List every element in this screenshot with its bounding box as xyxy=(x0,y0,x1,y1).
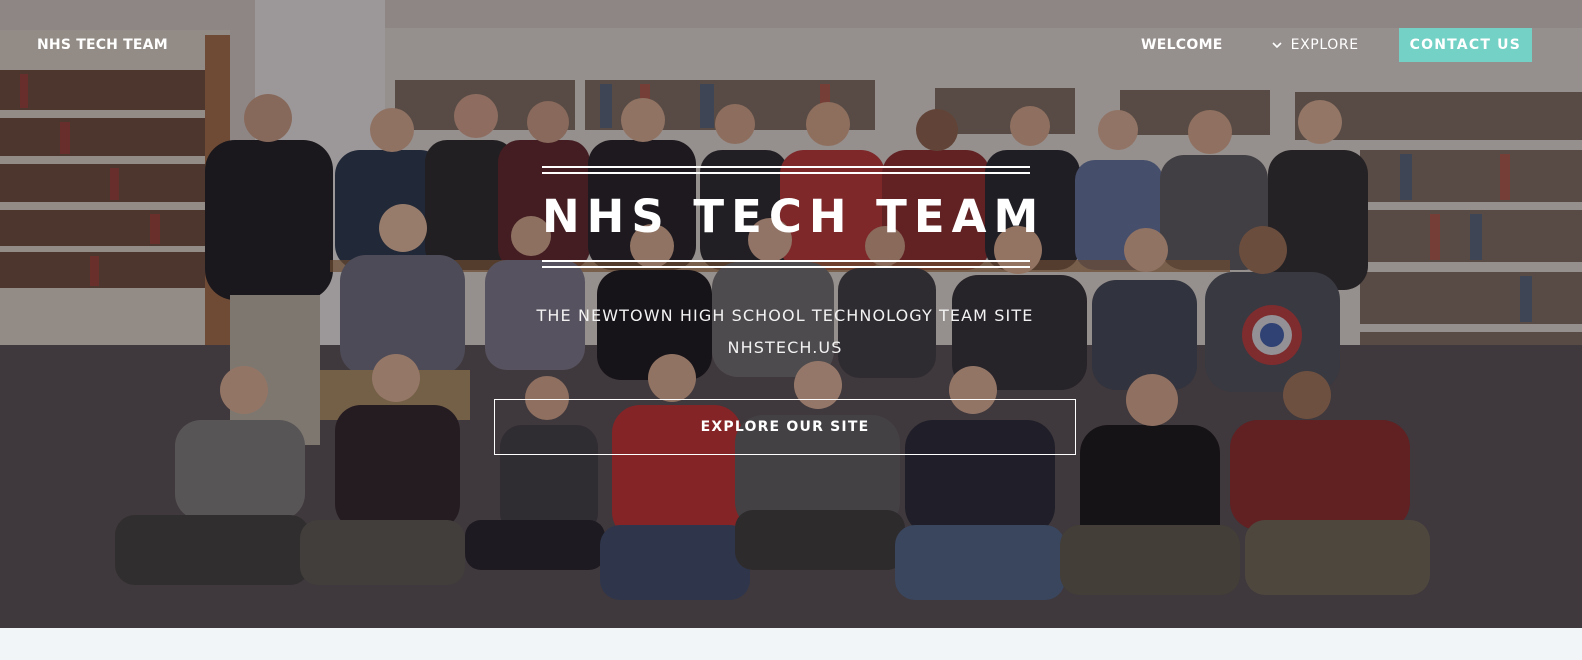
nav-links: WELCOME EXPLORE CONTACT US xyxy=(1141,28,1532,62)
hero-site-url: NHSTECH.US xyxy=(727,338,843,357)
nav-explore-label: EXPLORE xyxy=(1290,37,1359,53)
navbar: NHS TECH TEAM WELCOME EXPLORE CONTACT US xyxy=(0,0,1582,90)
nav-welcome-link[interactable]: WELCOME xyxy=(1141,37,1223,53)
nav-explore-dropdown[interactable]: EXPLORE xyxy=(1271,37,1359,53)
hero-section: NHS TECH TEAM WELCOME EXPLORE CONTACT US… xyxy=(0,0,1582,628)
chevron-down-icon xyxy=(1272,42,1282,49)
brand-link[interactable]: NHS TECH TEAM xyxy=(37,37,168,53)
title-rule-top-inner xyxy=(542,172,1030,174)
explore-our-site-button[interactable]: EXPLORE OUR SITE xyxy=(494,399,1076,455)
title-rule-top xyxy=(542,166,1030,168)
hero-title-block: NHS TECH TEAM xyxy=(542,166,1046,268)
page-content-strip xyxy=(0,628,1582,660)
contact-us-button[interactable]: CONTACT US xyxy=(1398,28,1532,62)
hero-title: NHS TECH TEAM xyxy=(542,190,1046,243)
title-rule-bottom xyxy=(542,266,1030,268)
hero-subtitle: THE NEWTOWN HIGH SCHOOL TECHNOLOGY TEAM … xyxy=(536,306,1034,325)
title-rule-bottom-inner xyxy=(542,260,1030,262)
